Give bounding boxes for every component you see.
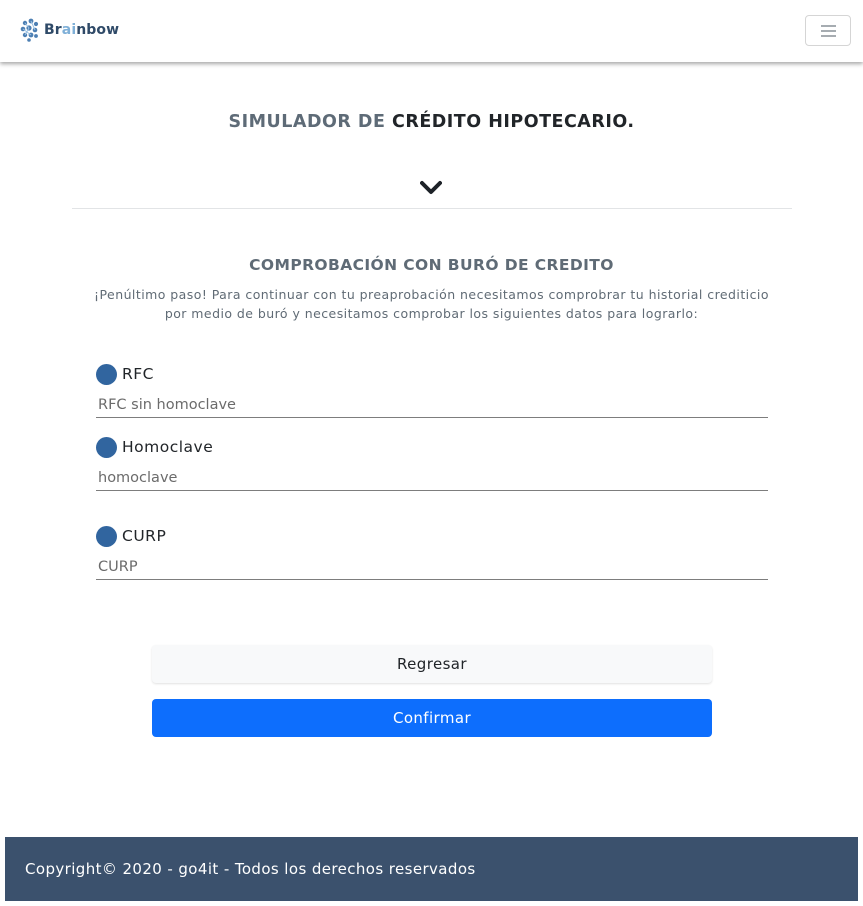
copyright-text: Copyright© 2020 - go4it - Todos los dere…: [25, 860, 476, 878]
section-divider: [72, 208, 792, 209]
rfc-input[interactable]: [96, 392, 768, 418]
section-title: COMPROBACIÓN CON BURÓ DE CREDITO: [249, 256, 614, 274]
brand-logo[interactable]: Brainbow: [19, 17, 119, 43]
page-title: SIMULADOR DE CRÉDITO HIPOTECARIO.: [0, 112, 863, 132]
title-prefix: SIMULADOR DE: [228, 112, 392, 132]
bullet-icon: [96, 525, 117, 547]
back-button[interactable]: Regresar: [152, 645, 712, 683]
curp-input[interactable]: [96, 554, 768, 580]
confirm-button[interactable]: Confirmar: [152, 699, 712, 737]
title-highlight: CRÉDITO HIPOTECARIO.: [392, 112, 635, 132]
rfc-label: RFC: [96, 363, 154, 385]
section-description: ¡Penúltimo paso! Para continuar con tu p…: [94, 287, 769, 321]
homoclave-input[interactable]: [96, 465, 768, 491]
brand-name: Brainbow: [44, 22, 120, 38]
bullet-icon: [96, 363, 117, 385]
top-navbar: Brainbow: [0, 0, 863, 62]
page-footer: Copyright© 2020 - go4it - Todos los dere…: [5, 837, 858, 901]
curp-label: CURP: [96, 525, 166, 547]
brain-logo-icon: [20, 18, 39, 42]
bullet-icon: [96, 436, 117, 458]
chevron-down-icon[interactable]: [420, 180, 442, 196]
hamburger-icon: [820, 24, 836, 37]
menu-toggle-button[interactable]: [805, 15, 851, 46]
homoclave-label: Homoclave: [96, 436, 213, 458]
